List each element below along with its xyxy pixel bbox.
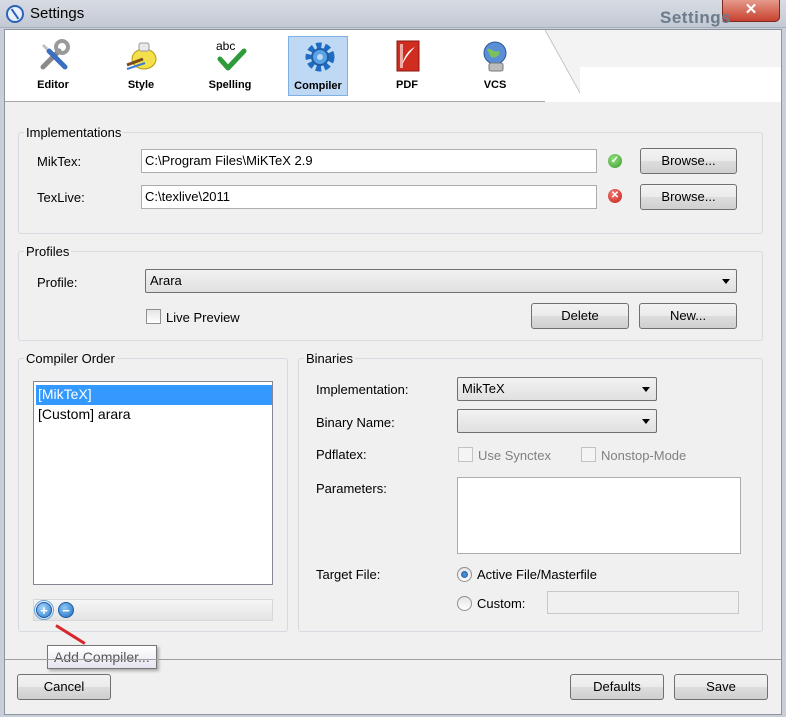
implementation-select[interactable]: MikTeX	[457, 377, 657, 401]
close-icon: ✕	[744, 1, 758, 18]
add-compiler-tooltip: Add Compiler...	[47, 645, 157, 669]
live-preview-label: Live Preview	[166, 310, 240, 325]
defaults-button[interactable]: Defaults	[570, 674, 664, 700]
save-button[interactable]: Save	[674, 674, 768, 700]
list-item[interactable]: [MikTeX]	[36, 385, 272, 405]
implementation-label: Implementation:	[316, 382, 409, 397]
tab-pdf[interactable]: PDF	[377, 36, 437, 96]
tab-label: PDF	[396, 79, 418, 91]
miktex-label: MikTex:	[37, 154, 82, 169]
chevron-down-icon	[642, 387, 650, 392]
tab-compiler[interactable]: Compiler	[288, 36, 348, 96]
wrench-screwdriver-icon	[40, 39, 70, 70]
live-preview-checkbox[interactable]	[146, 309, 161, 324]
texlive-path-field[interactable]: C:\texlive\2011	[141, 185, 597, 209]
chevron-down-icon	[642, 419, 650, 424]
compiler-list-toolbar: + −	[33, 599, 273, 621]
plus-icon: +	[40, 603, 48, 618]
compiler-order-legend: Compiler Order	[24, 351, 117, 366]
minus-icon: −	[62, 603, 70, 618]
compiler-order-list[interactable]: [MikTeX] [Custom] arara	[33, 381, 273, 585]
pdflatex-label: Pdflatex:	[316, 447, 367, 462]
app-icon	[6, 5, 24, 23]
profiles-legend: Profiles	[24, 244, 72, 259]
tab-vcs[interactable]: VCS	[465, 36, 525, 96]
binary-name-select[interactable]	[457, 409, 657, 433]
implementation-value: MikTeX	[462, 381, 505, 396]
custom-target-radio[interactable]	[457, 596, 472, 611]
custom-target-field[interactable]	[547, 591, 739, 614]
miktex-path-field[interactable]: C:\Program Files\MiKTeX 2.9	[141, 149, 597, 173]
window-title: Settings	[30, 5, 85, 22]
pdf-icon	[396, 40, 420, 72]
globe-icon	[483, 41, 507, 72]
profile-label: Profile:	[37, 275, 78, 290]
abc-check-icon: abc	[216, 39, 247, 71]
delete-profile-button[interactable]: Delete	[531, 303, 629, 329]
active-file-radio[interactable]	[457, 567, 472, 582]
tab-label: Compiler	[294, 80, 342, 92]
use-synctex-label: Use Synctex	[478, 448, 551, 463]
list-item[interactable]: [Custom] arara	[36, 405, 272, 425]
custom-target-label: Custom:	[477, 596, 526, 611]
binary-name-label: Binary Name:	[316, 415, 395, 430]
remove-compiler-button[interactable]: −	[58, 602, 74, 618]
texlive-browse-button[interactable]: Browse...	[640, 184, 737, 210]
gear-icon	[305, 42, 335, 72]
profile-value: Arara	[150, 273, 182, 288]
profile-select[interactable]: Arara	[145, 269, 737, 293]
tab-label: Editor	[37, 79, 69, 91]
svg-text:abc: abc	[216, 39, 235, 53]
tab-label: Style	[127, 79, 155, 91]
parameters-label: Parameters:	[316, 481, 387, 496]
cancel-button[interactable]: Cancel	[17, 674, 111, 700]
header-title: Settings	[660, 8, 732, 27]
tab-label: VCS	[483, 79, 507, 91]
texlive-label: TexLive:	[37, 190, 85, 205]
add-compiler-button[interactable]: +	[34, 600, 54, 620]
tab-spelling[interactable]: abc Spelling	[200, 36, 260, 96]
implementations-legend: Implementations	[24, 125, 124, 140]
tab-style[interactable]: Style	[111, 36, 171, 96]
use-synctex-checkbox[interactable]	[458, 447, 473, 462]
new-profile-button[interactable]: New...	[639, 303, 737, 329]
error-x-icon: ✕	[608, 189, 622, 203]
target-file-label: Target File:	[316, 567, 381, 582]
palette-icon	[126, 42, 157, 70]
binaries-legend: Binaries	[304, 351, 355, 366]
parameters-field[interactable]	[457, 477, 741, 554]
active-file-label: Active File/Masterfile	[477, 567, 597, 582]
tab-editor[interactable]: Editor	[23, 36, 83, 96]
tab-label: Spelling	[208, 79, 252, 91]
nonstop-mode-checkbox[interactable]	[581, 447, 596, 462]
chevron-down-icon	[722, 279, 730, 284]
footer-divider	[5, 659, 781, 660]
nonstop-mode-label: Nonstop-Mode	[601, 448, 687, 463]
check-ok-icon: ✓	[608, 154, 622, 168]
miktex-browse-button[interactable]: Browse...	[640, 148, 737, 174]
